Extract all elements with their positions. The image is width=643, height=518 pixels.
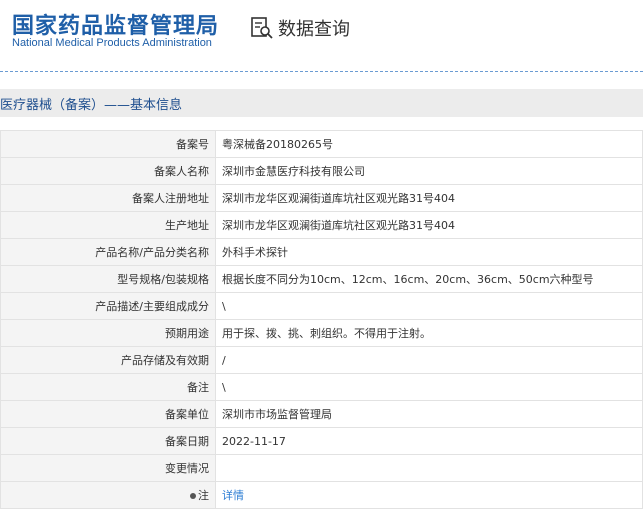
- row-label: 备案单位: [0, 400, 216, 428]
- row-label: 备注: [0, 373, 216, 401]
- row-value: 粤深械备20180265号: [215, 130, 643, 158]
- table-row: 产品名称/产品分类名称 外科手术探针: [0, 238, 643, 266]
- row-label: 备案人名称: [0, 157, 216, 185]
- table-row: 备案日期 2022-11-17: [0, 427, 643, 455]
- row-label: 产品存储及有效期: [0, 346, 216, 374]
- table-row: 备案人名称 深圳市金慧医疗科技有限公司: [0, 157, 643, 185]
- row-value: 2022-11-17: [215, 427, 643, 455]
- row-value: 深圳市市场监督管理局: [215, 400, 643, 428]
- row-label: 生产地址: [0, 211, 216, 239]
- row-label: 预期用途: [0, 319, 216, 347]
- row-label: 产品描述/主要组成成分: [0, 292, 216, 320]
- table-row: 变更情况: [0, 454, 643, 482]
- table-row: 预期用途 用于探、拨、挑、刺组织。不得用于注射。: [0, 319, 643, 347]
- section-title: 医疗器械（备案）——基本信息: [0, 98, 183, 113]
- row-value: [215, 454, 643, 482]
- logo-english[interactable]: National Medical Products Administration: [12, 37, 212, 49]
- details-link[interactable]: 详情: [222, 489, 244, 502]
- table-row: 产品存储及有效期 /: [0, 346, 643, 374]
- table-row: 备案单位 深圳市市场监督管理局: [0, 400, 643, 428]
- row-label: 注: [198, 489, 209, 502]
- row-value: 深圳市龙华区观澜街道库坑社区观光路31号404: [215, 184, 643, 212]
- row-value: \: [215, 292, 643, 320]
- row-value: 详情: [215, 481, 643, 509]
- header-divider: [0, 71, 643, 72]
- table-row: 产品描述/主要组成成分 \: [0, 292, 643, 320]
- section-header: 医疗器械（备案）——基本信息: [0, 89, 643, 117]
- row-value: /: [215, 346, 643, 374]
- row-label: 变更情况: [0, 454, 216, 482]
- info-table: 备案号 粤深械备20180265号 备案人名称 深圳市金慧医疗科技有限公司 备案…: [0, 130, 643, 509]
- site-header: 国家药品监督管理局 National Medical Products Admi…: [0, 0, 643, 70]
- row-value: 外科手术探针: [215, 238, 643, 266]
- row-label: 型号规格/包装规格: [0, 265, 216, 293]
- table-row: 型号规格/包装规格 根据长度不同分为10cm、12cm、16cm、20cm、36…: [0, 265, 643, 293]
- data-query-link[interactable]: 数据查询: [250, 15, 350, 41]
- document-search-icon: [251, 17, 273, 39]
- table-row: 生产地址 深圳市龙华区观澜街道库坑社区观光路31号404: [0, 211, 643, 239]
- row-label: 备案号: [0, 130, 216, 158]
- row-label: 产品名称/产品分类名称: [0, 238, 216, 266]
- table-row: 备案人注册地址 深圳市龙华区观澜街道库坑社区观光路31号404: [0, 184, 643, 212]
- row-value: \: [215, 373, 643, 401]
- row-label: 备案日期: [0, 427, 216, 455]
- logo-chinese[interactable]: 国家药品监督管理局: [12, 8, 219, 40]
- note-label-cell: 注: [0, 481, 216, 509]
- data-query-label: 数据查询: [278, 19, 350, 40]
- pin-icon: [190, 493, 196, 499]
- table-row: 备案号 粤深械备20180265号: [0, 130, 643, 158]
- row-value: 深圳市金慧医疗科技有限公司: [215, 157, 643, 185]
- table-row: 注 详情: [0, 481, 643, 509]
- row-value: 根据长度不同分为10cm、12cm、16cm、20cm、36cm、50cm六种型…: [215, 265, 643, 293]
- row-label: 备案人注册地址: [0, 184, 216, 212]
- table-row: 备注 \: [0, 373, 643, 401]
- row-value: 用于探、拨、挑、刺组织。不得用于注射。: [215, 319, 643, 347]
- row-value: 深圳市龙华区观澜街道库坑社区观光路31号404: [215, 211, 643, 239]
